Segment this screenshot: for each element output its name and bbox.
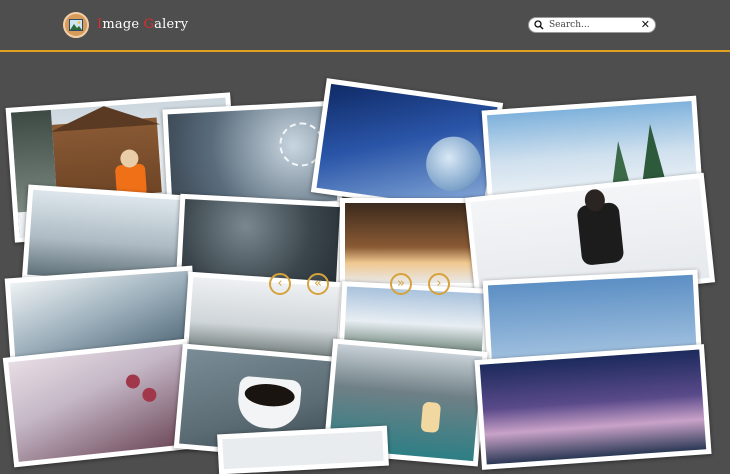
photo-card[interactable]: [217, 425, 389, 474]
search-bar: ✕: [528, 17, 656, 33]
chevron-left-icon: ‹: [277, 276, 283, 291]
first-button[interactable]: «: [307, 273, 329, 295]
photo-card[interactable]: [2, 338, 199, 468]
app-header: Image Galery ✕: [0, 0, 730, 52]
brand-initial-g: G: [143, 17, 155, 32]
logo[interactable]: [63, 12, 89, 38]
search-icon[interactable]: [534, 20, 544, 30]
brand-word-1: mage: [102, 17, 144, 32]
double-chevron-left-icon: «: [314, 276, 322, 291]
double-chevron-right-icon: »: [397, 276, 405, 291]
prev-button[interactable]: ‹: [269, 273, 291, 295]
photo-card[interactable]: [474, 344, 712, 470]
close-icon[interactable]: ✕: [641, 18, 650, 32]
search-input[interactable]: [549, 19, 637, 31]
next-button[interactable]: ›: [428, 273, 450, 295]
image-icon: [69, 19, 83, 31]
chevron-right-icon: ›: [436, 276, 442, 291]
brand-word-2: alery: [154, 17, 189, 32]
brand-title: Image Galery: [97, 17, 188, 32]
last-button[interactable]: »: [390, 273, 412, 295]
